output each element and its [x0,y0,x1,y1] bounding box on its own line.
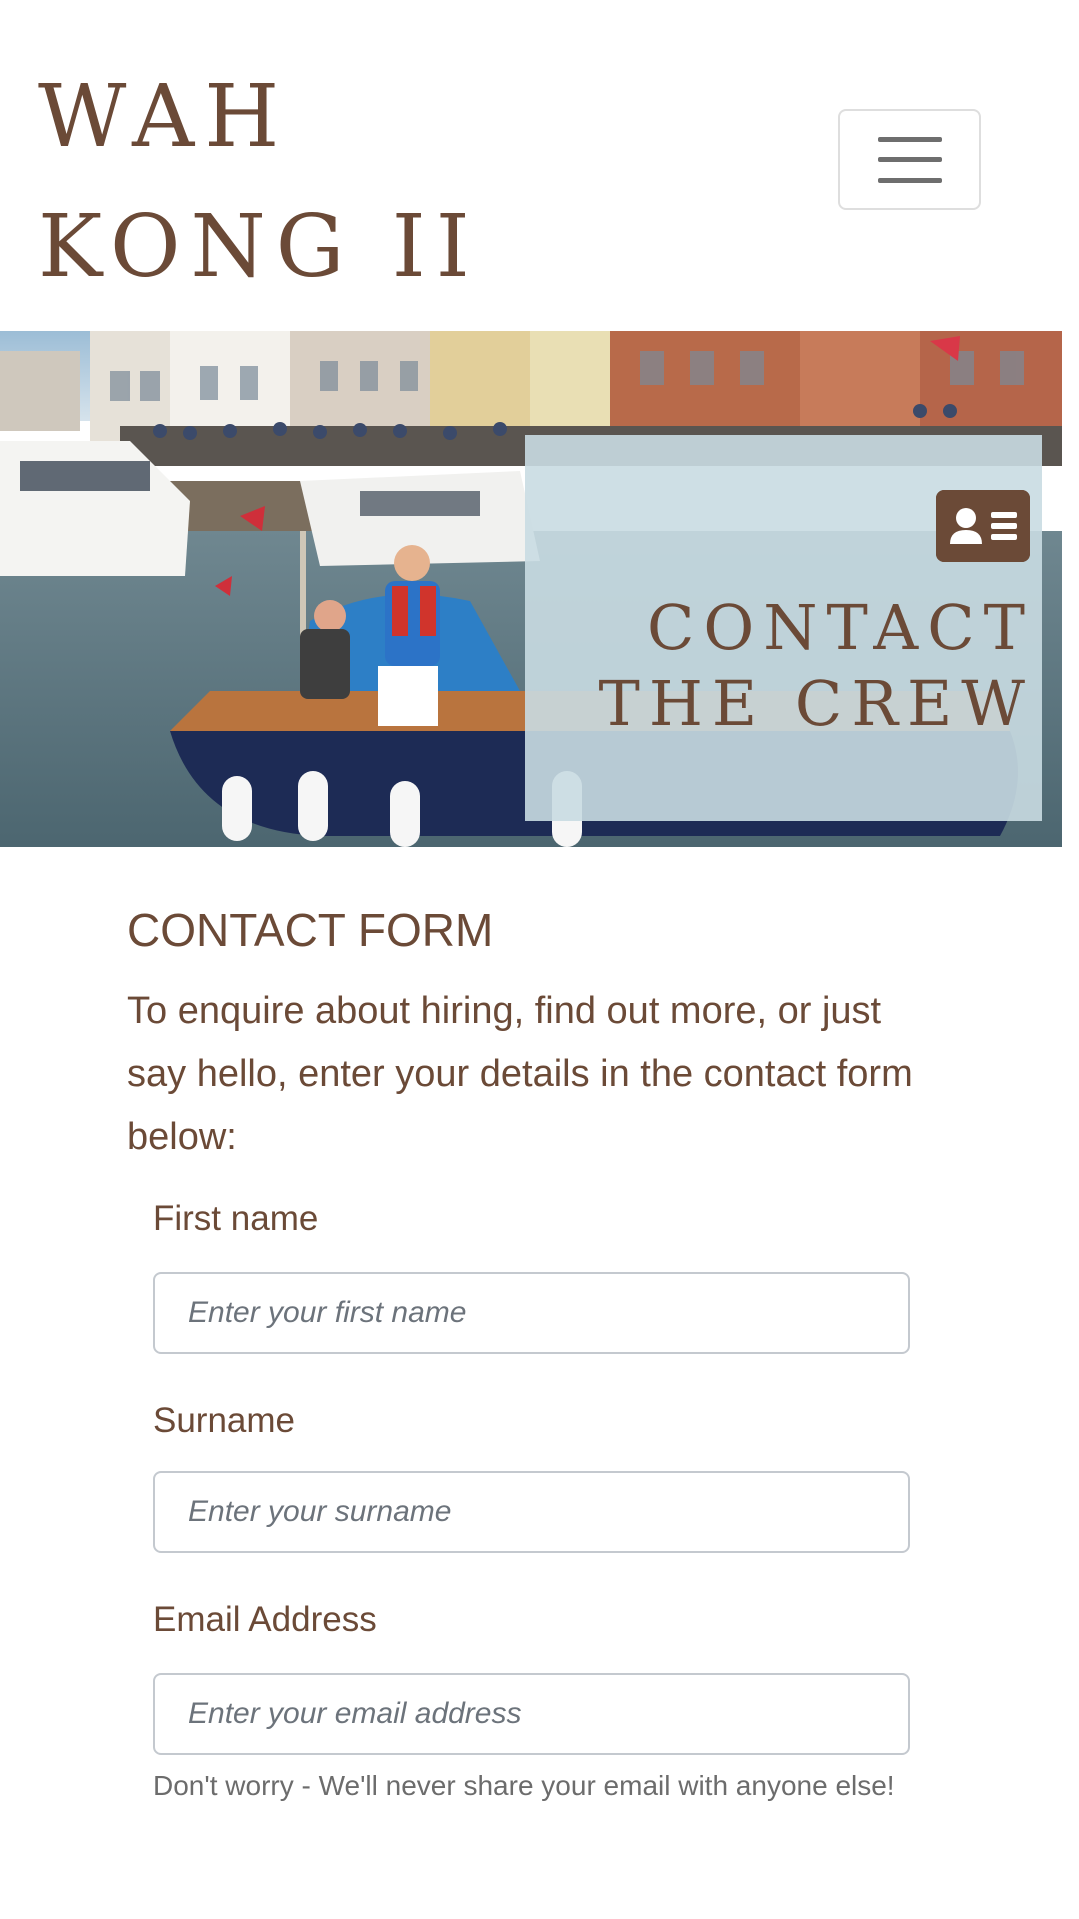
contact-form-title: CONTACT FORM [127,904,494,956]
email-label: Email Address [153,1600,377,1639]
brand-line-2: KONG II [38,197,480,297]
surname-label: Surname [153,1401,296,1440]
hero-title-line-2: THE CREW [598,667,1034,740]
brand-line-1: WAH [38,67,290,167]
contact-form-intro: To enquire about hiring, find out more, … [127,990,913,1158]
hero-title-line-1: CONTACT [646,591,1034,664]
site-brand[interactable]: WAH KONG II [38,52,480,312]
hero-title-panel: CONTACT THE CREW [525,435,1042,821]
first-name-label: First name [153,1199,319,1238]
hamburger-menu-icon [877,136,942,183]
hero-banner: CONTACT THE CREW [0,331,1062,847]
email-input[interactable] [153,1673,910,1755]
first-name-input[interactable] [153,1272,910,1354]
surname-input[interactable] [153,1471,910,1553]
email-help-text: Don't worry - We'll never share your ema… [153,1770,895,1801]
menu-toggle-button[interactable] [838,109,981,210]
contact-card-icon [936,490,1030,562]
site-header: WAH KONG II [0,0,1079,331]
hero-title: CONTACT THE CREW [599,590,1035,742]
